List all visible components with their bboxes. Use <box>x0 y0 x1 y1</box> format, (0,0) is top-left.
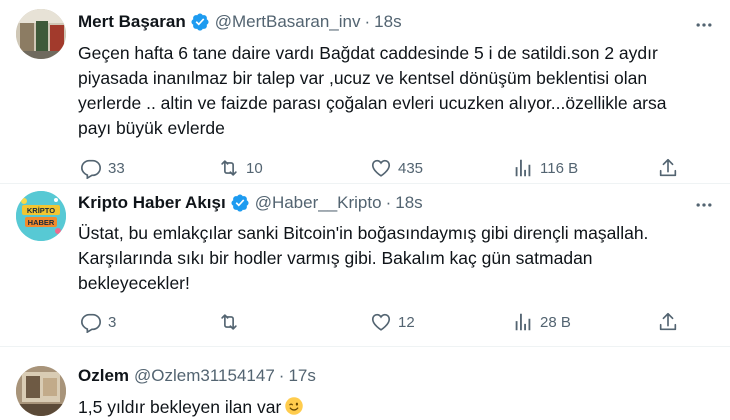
separator-dot: · <box>278 366 285 385</box>
avatar-logo-text-2: HABER <box>28 218 55 227</box>
tweet-text-content: 1,5 yıldır bekleyen ilan var <box>78 397 282 417</box>
avatar[interactable] <box>16 366 66 416</box>
like-count: 12 <box>398 313 415 331</box>
verified-badge-icon <box>191 13 209 31</box>
share-button[interactable] <box>657 311 679 333</box>
avatar-photo <box>16 366 66 416</box>
reply-button[interactable]: 3 <box>80 311 116 333</box>
avatar[interactable] <box>16 9 66 59</box>
timestamp[interactable]: 17s <box>288 366 315 386</box>
avatar-logo-text-1: KRİPTO <box>27 206 55 215</box>
reply-icon <box>81 313 101 333</box>
views-count: 28 B <box>540 313 571 331</box>
avatar-logo: KRİPTO HABER <box>16 191 66 241</box>
tweet-text: Üstat, bu emlakçılar sanki Bitcoin'in bo… <box>78 223 649 293</box>
reply-icon <box>81 159 101 179</box>
more-icon[interactable] <box>694 195 714 215</box>
user-handle[interactable]: @Haber__Kripto <box>255 193 382 213</box>
display-name[interactable]: Ozlem <box>78 366 129 386</box>
tweet-header: Ozlem @Ozlem31154147 · 17s <box>78 366 316 386</box>
tweet-header: Kripto Haber Akışı @Haber__Kripto · 18s <box>78 193 423 213</box>
share-button[interactable] <box>657 157 679 179</box>
views-count: 116 B <box>540 159 579 177</box>
tweet[interactable]: Mert Başaran @MertBasaran_inv · 18s Geçe… <box>0 0 730 183</box>
tweet[interactable]: Ozlem @Ozlem31154147 · 17s 1,5 yıldır be… <box>0 346 730 420</box>
verified-badge-icon <box>231 194 249 212</box>
tweet-header: Mert Başaran @MertBasaran_inv · 18s <box>78 12 402 32</box>
reply-button[interactable]: 33 <box>80 157 125 179</box>
action-bar: 3 12 28 B <box>72 311 722 335</box>
retweet-icon <box>221 314 237 330</box>
like-count: 435 <box>398 159 424 177</box>
views-icon <box>515 159 531 177</box>
winking-face-emoji <box>285 397 304 415</box>
heart-icon <box>371 313 391 331</box>
share-icon <box>659 158 677 177</box>
tweet[interactable]: KRİPTO HABER Kripto Haber Akışı @Haber__… <box>0 183 730 346</box>
avatar-photo <box>16 9 66 59</box>
retweet-button[interactable] <box>218 311 246 333</box>
avatar[interactable]: KRİPTO HABER <box>16 191 66 241</box>
more-icon[interactable] <box>694 15 714 35</box>
timestamp[interactable]: 18s <box>395 193 422 213</box>
like-button[interactable]: 435 <box>370 157 423 179</box>
user-handle[interactable]: @MertBasaran_inv <box>215 12 361 32</box>
timestamp[interactable]: 18s <box>374 12 401 32</box>
retweet-icon <box>221 160 237 176</box>
retweet-button[interactable]: 10 <box>218 157 263 179</box>
share-icon <box>659 312 677 331</box>
separator-dot: · <box>385 193 392 212</box>
views-icon <box>515 313 531 331</box>
display-name[interactable]: Kripto Haber Akışı <box>78 193 226 213</box>
views-button[interactable]: 28 B <box>512 311 571 333</box>
user-handle[interactable]: @Ozlem31154147 <box>134 366 275 386</box>
tweet-text: 1,5 yıldır bekleyen ilan var <box>78 395 718 420</box>
retweet-count: 10 <box>246 159 263 177</box>
display-name[interactable]: Mert Başaran <box>78 12 186 32</box>
reply-count: 33 <box>108 159 125 177</box>
separator-dot: · <box>364 12 371 31</box>
reply-count: 3 <box>108 313 117 331</box>
tweet-text: Geçen hafta 6 tane daire vardı Bağdat ca… <box>78 43 667 138</box>
heart-icon <box>371 159 391 177</box>
action-bar: 33 10 435 116 B <box>72 157 722 181</box>
views-button[interactable]: 116 B <box>512 157 578 179</box>
like-button[interactable]: 12 <box>370 311 415 333</box>
